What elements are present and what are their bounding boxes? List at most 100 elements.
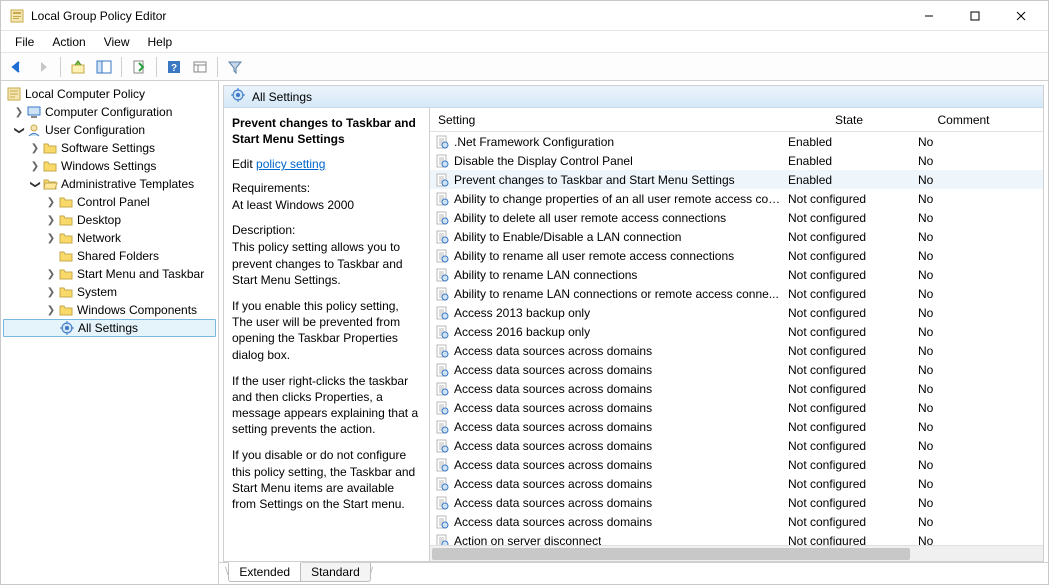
description-p3: If the user right-clicks the taskbar and… <box>232 373 421 438</box>
filter-button[interactable] <box>223 55 247 79</box>
list-item[interactable]: Ability to rename LAN connectionsNot con… <box>430 265 1043 284</box>
menu-view[interactable]: View <box>96 33 138 51</box>
list-item[interactable]: Ability to Enable/Disable a LAN connecti… <box>430 227 1043 246</box>
setting-comment: No <box>914 268 1043 282</box>
up-button[interactable] <box>66 55 90 79</box>
list-item[interactable]: Access data sources across domainsNot co… <box>430 436 1043 455</box>
tree-control-panel[interactable]: ❯Control Panel <box>3 193 216 211</box>
menu-file[interactable]: File <box>7 33 42 51</box>
list-item[interactable]: Access data sources across domainsNot co… <box>430 512 1043 531</box>
tree-root[interactable]: Local Computer Policy <box>3 85 216 103</box>
setting-state: Not configured <box>784 477 914 491</box>
expand-icon[interactable]: ❯ <box>13 107 25 118</box>
list-item[interactable]: Access data sources across domainsNot co… <box>430 493 1043 512</box>
tree-shared-folders[interactable]: Shared Folders <box>3 247 216 265</box>
help-button[interactable]: ? <box>162 55 186 79</box>
expand-icon[interactable]: ❯ <box>45 287 57 298</box>
menu-action[interactable]: Action <box>44 33 93 51</box>
list-item[interactable]: Ability to delete all user remote access… <box>430 208 1043 227</box>
setting-state: Not configured <box>784 382 914 396</box>
list-item[interactable]: Disable the Display Control PanelEnabled… <box>430 151 1043 170</box>
setting-state: Enabled <box>784 154 914 168</box>
folder-open-icon <box>42 176 58 192</box>
setting-name: Access data sources across domains <box>454 401 652 415</box>
list-item[interactable]: Ability to change properties of an all u… <box>430 189 1043 208</box>
menu-help[interactable]: Help <box>140 33 181 51</box>
list-item[interactable]: Ability to rename all user remote access… <box>430 246 1043 265</box>
expand-icon[interactable]: ❯ <box>29 143 41 154</box>
rows-container[interactable]: .Net Framework ConfigurationEnabledNoDis… <box>430 132 1043 545</box>
tree-windows-settings[interactable]: ❯ Windows Settings <box>3 157 216 175</box>
col-state[interactable]: State <box>784 113 914 127</box>
properties-button[interactable] <box>188 55 212 79</box>
expand-icon[interactable]: ❯ <box>45 305 57 316</box>
toolbar: ? <box>1 53 1048 81</box>
edit-policy-link[interactable]: policy setting <box>256 157 325 171</box>
tree-win-components[interactable]: ❯Windows Components <box>3 301 216 319</box>
list-item[interactable]: Access data sources across domainsNot co… <box>430 360 1043 379</box>
tree-desktop[interactable]: ❯Desktop <box>3 211 216 229</box>
policy-item-icon <box>434 457 450 473</box>
expand-icon[interactable]: ❯ <box>45 197 57 208</box>
list-item[interactable]: Access data sources across domainsNot co… <box>430 455 1043 474</box>
tree-computer-config[interactable]: ❯ Computer Configuration <box>3 103 216 121</box>
close-button[interactable] <box>998 1 1044 31</box>
description-p4: If you disable or do not configure this … <box>232 447 421 512</box>
folder-icon <box>58 212 74 228</box>
setting-name: Access data sources across domains <box>454 515 652 529</box>
setting-comment: No <box>914 458 1043 472</box>
menubar: File Action View Help <box>1 31 1048 53</box>
list-item[interactable]: Ability to rename LAN connections or rem… <box>430 284 1043 303</box>
tab-standard[interactable]: Standard <box>300 563 371 582</box>
list-item[interactable]: Access data sources across domainsNot co… <box>430 417 1043 436</box>
list-item[interactable]: Access data sources across domainsNot co… <box>430 398 1043 417</box>
nav-tree[interactable]: Local Computer Policy ❯ Computer Configu… <box>1 81 219 584</box>
setting-comment: No <box>914 477 1043 491</box>
hscrollbar[interactable] <box>430 545 1043 561</box>
list-item[interactable]: Access data sources across domainsNot co… <box>430 474 1043 493</box>
list-item[interactable]: Access data sources across domainsNot co… <box>430 341 1043 360</box>
setting-comment: No <box>914 135 1043 149</box>
folder-icon <box>58 194 74 210</box>
col-comment[interactable]: Comment <box>914 113 1043 127</box>
hscroll-thumb[interactable] <box>432 548 910 560</box>
show-hide-tree-button[interactable] <box>92 55 116 79</box>
description-label: Description: <box>232 223 421 237</box>
collapse-icon[interactable]: ❯ <box>30 178 41 190</box>
maximize-button[interactable] <box>952 1 998 31</box>
col-setting[interactable]: Setting <box>430 113 784 127</box>
tree-software-settings[interactable]: ❯ Software Settings <box>3 139 216 157</box>
policy-item-icon <box>434 172 450 188</box>
tree-start-taskbar[interactable]: ❯Start Menu and Taskbar <box>3 265 216 283</box>
list-item[interactable]: Access data sources across domainsNot co… <box>430 379 1043 398</box>
tree-user-config[interactable]: ❯ User Configuration <box>3 121 216 139</box>
policy-item-icon <box>434 229 450 245</box>
expand-icon[interactable]: ❯ <box>45 233 57 244</box>
tree-admin-templates[interactable]: ❯ Administrative Templates <box>3 175 216 193</box>
expand-icon[interactable]: ❯ <box>29 161 41 172</box>
description-p2: If you enable this policy setting, The u… <box>232 298 421 363</box>
tree-network[interactable]: ❯Network <box>3 229 216 247</box>
settings-icon <box>230 87 246 106</box>
back-button[interactable] <box>5 55 29 79</box>
setting-comment: No <box>914 192 1043 206</box>
list-item[interactable]: Prevent changes to Taskbar and Start Men… <box>430 170 1043 189</box>
collapse-icon[interactable]: ❯ <box>14 124 25 136</box>
setting-name: .Net Framework Configuration <box>454 135 614 149</box>
list-item[interactable]: Action on server disconnectNot configure… <box>430 531 1043 545</box>
export-button[interactable] <box>127 55 151 79</box>
user-icon <box>26 122 42 138</box>
tree-all-settings[interactable]: All Settings <box>3 319 216 337</box>
tab-extended[interactable]: Extended <box>228 562 301 582</box>
list-item[interactable]: Access 2016 backup onlyNot configuredNo <box>430 322 1043 341</box>
requirements-text: At least Windows 2000 <box>232 197 421 213</box>
minimize-button[interactable] <box>906 1 952 31</box>
tree-system[interactable]: ❯System <box>3 283 216 301</box>
list-item[interactable]: .Net Framework ConfigurationEnabledNo <box>430 132 1043 151</box>
policy-item-icon <box>434 153 450 169</box>
list-item[interactable]: Access 2013 backup onlyNot configuredNo <box>430 303 1043 322</box>
description-p1: This policy setting allows you to preven… <box>232 239 421 288</box>
expand-icon[interactable]: ❯ <box>45 215 57 226</box>
forward-button[interactable] <box>31 55 55 79</box>
expand-icon[interactable]: ❯ <box>45 269 57 280</box>
